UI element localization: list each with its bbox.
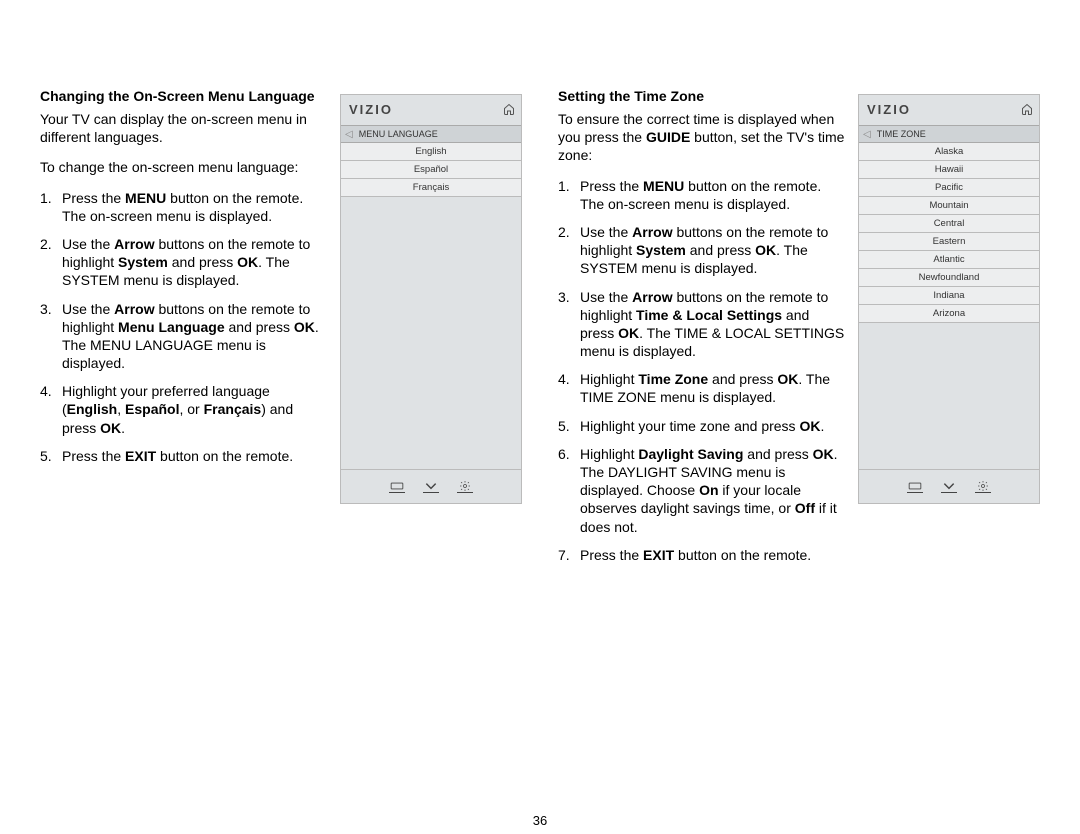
breadcrumb-label: MENU LANGUAGE bbox=[359, 129, 438, 139]
menu-option: English bbox=[341, 143, 521, 161]
menu-option: Mountain bbox=[859, 197, 1039, 215]
intro-text: Your TV can display the on-screen menu i… bbox=[40, 110, 328, 146]
section-heading-language: Changing the On-Screen Menu Language bbox=[40, 88, 328, 104]
step-item: Use the Arrow buttons on the remote to h… bbox=[558, 223, 846, 278]
menu-option: Eastern bbox=[859, 233, 1039, 251]
breadcrumb: ◁ TIME ZONE bbox=[859, 125, 1039, 143]
step-item: Press the MENU button on the remote. The… bbox=[558, 177, 846, 213]
steps-list-timezone: Press the MENU button on the remote. The… bbox=[558, 177, 846, 564]
step-item: Use the Arrow buttons on the remote to h… bbox=[40, 300, 328, 373]
step-item: Press the EXIT button on the remote. bbox=[40, 447, 328, 465]
section-heading-timezone: Setting the Time Zone bbox=[558, 88, 846, 104]
menu-option: Français bbox=[341, 179, 521, 197]
brand-logo: VIZIO bbox=[349, 102, 503, 117]
wide-icon bbox=[907, 481, 923, 493]
time-zone-panel: VIZIO ◁ TIME ZONE AlaskaHawaiiPacificMou… bbox=[858, 94, 1040, 504]
back-arrow-icon: ◁ bbox=[863, 129, 871, 140]
menu-option: Hawaii bbox=[859, 161, 1039, 179]
breadcrumb-label: TIME ZONE bbox=[877, 129, 926, 139]
step-item: Highlight your preferred language (Engli… bbox=[40, 382, 328, 437]
gear-icon bbox=[457, 481, 473, 493]
intro-text: To ensure the correct time is displayed … bbox=[558, 110, 846, 165]
step-item: Use the Arrow buttons on the remote to h… bbox=[40, 235, 328, 290]
menu-language-panel: VIZIO ◁ MENU LANGUAGE EnglishEspañolFran… bbox=[340, 94, 522, 504]
step-item: Highlight your time zone and press OK. bbox=[558, 417, 846, 435]
step-item: Press the MENU button on the remote. The… bbox=[40, 189, 328, 225]
menu-option: Español bbox=[341, 161, 521, 179]
step-item: Use the Arrow buttons on the remote to h… bbox=[558, 288, 846, 361]
menu-option: Pacific bbox=[859, 179, 1039, 197]
breadcrumb: ◁ MENU LANGUAGE bbox=[341, 125, 521, 143]
brand-logo: VIZIO bbox=[867, 102, 1021, 117]
menu-option: Alaska bbox=[859, 143, 1039, 161]
steps-list-language: Press the MENU button on the remote. The… bbox=[40, 189, 328, 465]
step-item: Press the EXIT button on the remote. bbox=[558, 546, 846, 564]
step-item: Highlight Daylight Saving and press OK. … bbox=[558, 445, 846, 536]
gear-icon bbox=[975, 481, 991, 493]
home-icon bbox=[1021, 103, 1033, 115]
back-arrow-icon: ◁ bbox=[345, 129, 353, 140]
menu-option: Atlantic bbox=[859, 251, 1039, 269]
chevron-down-icon bbox=[423, 481, 439, 493]
home-icon bbox=[503, 103, 515, 115]
panel-footer bbox=[341, 469, 521, 503]
menu-option: Arizona bbox=[859, 305, 1039, 323]
step-item: Highlight Time Zone and press OK. The TI… bbox=[558, 370, 846, 406]
menu-option: Newfoundland bbox=[859, 269, 1039, 287]
menu-option: Central bbox=[859, 215, 1039, 233]
panel-footer bbox=[859, 469, 1039, 503]
chevron-down-icon bbox=[941, 481, 957, 493]
page-number: 36 bbox=[0, 813, 1080, 828]
lead-text: To change the on-screen menu language: bbox=[40, 158, 328, 176]
wide-icon bbox=[389, 481, 405, 493]
menu-option: Indiana bbox=[859, 287, 1039, 305]
